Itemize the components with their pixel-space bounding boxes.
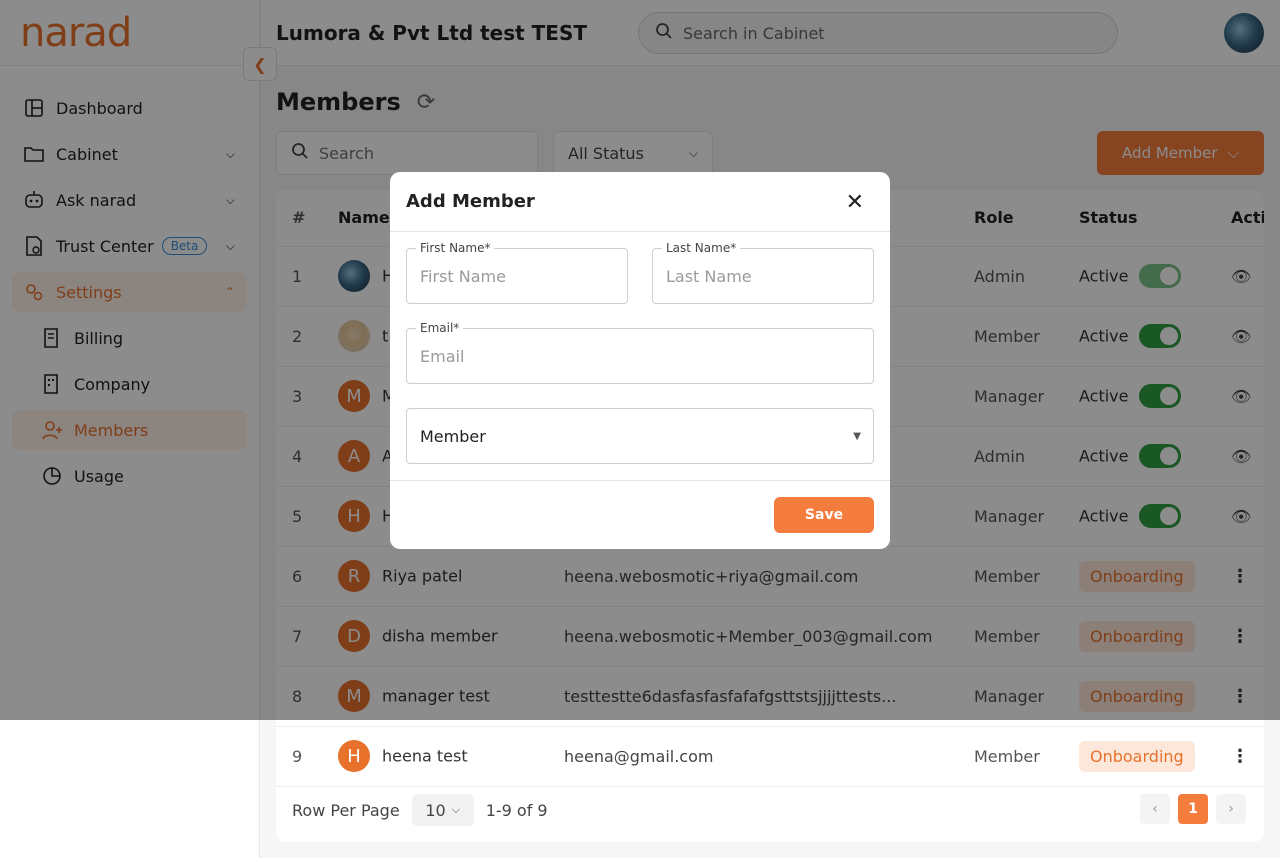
chevron-right-icon: ›: [1228, 801, 1234, 817]
close-icon[interactable]: ✕: [846, 190, 864, 215]
first-name-field[interactable]: First Name*: [406, 241, 628, 304]
email-input[interactable]: [407, 329, 873, 383]
member-email: heena@gmail.com: [564, 726, 974, 787]
avatar: H: [338, 740, 370, 772]
modal-divider: [390, 480, 890, 481]
table-row[interactable]: 9 Hheena test heena@gmail.com Member Onb…: [276, 726, 1264, 787]
role-select[interactable]: Member ▼: [406, 408, 874, 464]
modal-header: Add Member: [390, 172, 890, 232]
first-name-label: First Name*: [416, 241, 495, 255]
page-button-current[interactable]: 1: [1178, 794, 1208, 824]
pagination: ‹ 1 ›: [1140, 794, 1246, 824]
prev-page-button[interactable]: ‹: [1140, 794, 1170, 824]
caret-down-icon: ▼: [853, 430, 861, 442]
more-options-icon[interactable]: ⋮: [1231, 746, 1249, 767]
next-page-button[interactable]: ›: [1216, 794, 1246, 824]
table-footer: Row Per Page 10 ⌵ 1-9 of 9 ‹ 1 ›: [276, 778, 1264, 842]
member-role: Member: [974, 726, 1079, 787]
last-name-label: Last Name*: [662, 241, 741, 255]
first-name-input[interactable]: [407, 249, 627, 303]
email-label: Email*: [416, 321, 464, 335]
last-name-input[interactable]: [653, 249, 873, 303]
save-button[interactable]: Save: [774, 497, 874, 533]
rows-per-page-select[interactable]: 10 ⌵: [411, 794, 474, 826]
chevron-down-icon: ⌵: [451, 803, 461, 816]
email-field[interactable]: Email*: [406, 321, 874, 384]
rows-per-page-value: 10: [425, 800, 446, 820]
row-index: 9: [276, 726, 338, 787]
chevron-left-icon: ‹: [1152, 801, 1158, 817]
add-member-modal: Add Member ✕ First Name* Last Name* Emai…: [390, 172, 890, 549]
pagination-range: 1-9 of 9: [485, 800, 548, 820]
last-name-field[interactable]: Last Name*: [652, 241, 874, 304]
role-select-value: Member: [420, 426, 486, 446]
status-badge: Onboarding: [1079, 740, 1195, 772]
rows-per-page-label: Row Per Page: [292, 800, 400, 820]
member-name: heena test: [382, 746, 468, 766]
modal-title: Add Member: [406, 191, 535, 212]
